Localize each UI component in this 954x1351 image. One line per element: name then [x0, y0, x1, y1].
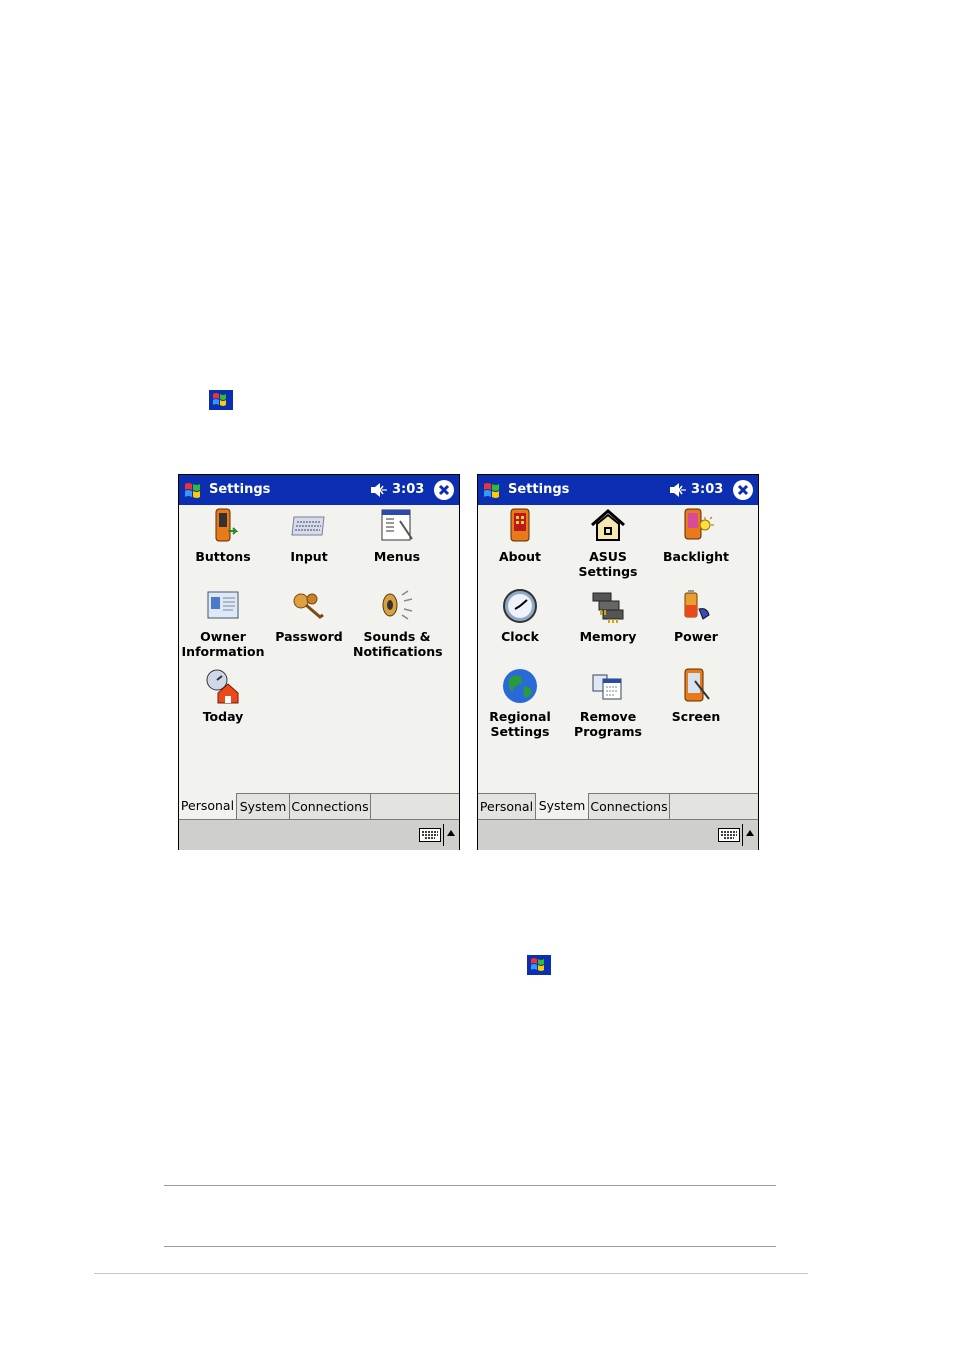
- close-icon[interactable]: [732, 479, 754, 501]
- input-setting[interactable]: Input: [265, 507, 353, 564]
- remove-programs-setting[interactable]: Remove Programs: [564, 667, 652, 739]
- windows-flag-icon: [209, 390, 233, 410]
- asus-settings-setting[interactable]: ASUS Settings: [564, 507, 652, 579]
- screen-stylus-icon: [684, 668, 710, 702]
- tab-bar: Personal System Connections: [179, 793, 459, 820]
- setting-label: Today: [202, 709, 244, 724]
- setting-label: About: [498, 549, 542, 564]
- keys-icon: [293, 593, 324, 619]
- device-icon: [510, 508, 530, 542]
- input-menu-arrow-icon[interactable]: [746, 830, 754, 836]
- input-menu-arrow-icon[interactable]: [447, 830, 455, 836]
- backlight-icon: [684, 508, 714, 540]
- memory-setting[interactable]: Memory: [564, 587, 652, 644]
- tab-personal[interactable]: Personal: [478, 794, 536, 819]
- setting-label: Memory: [579, 629, 637, 644]
- power-setting[interactable]: Power: [652, 587, 740, 644]
- setting-label: Remove Programs: [574, 709, 642, 739]
- clock-icon: [503, 589, 537, 623]
- keyboard-icon: [291, 516, 325, 536]
- tab-connections[interactable]: Connections: [589, 794, 670, 819]
- keyboard-input-icon[interactable]: [419, 828, 441, 842]
- settings-screen-system: Settings 3:03 About ASUS Settings Backli…: [477, 474, 759, 850]
- windows-flag-icon: [527, 955, 551, 975]
- setting-label: Input: [290, 549, 328, 564]
- divider: [94, 1273, 808, 1274]
- today-icon: [206, 669, 239, 704]
- today-setting[interactable]: Today: [179, 667, 267, 724]
- setting-label: Menus: [373, 549, 421, 564]
- speaker-icon: [382, 590, 413, 620]
- menu-bar: [478, 819, 758, 850]
- speaker-muted-icon[interactable]: [369, 481, 389, 499]
- setting-label: Screen: [671, 709, 721, 724]
- start-menu-icon[interactable]: [181, 478, 207, 502]
- about-setting[interactable]: About: [476, 507, 564, 564]
- window-title: Settings: [508, 482, 570, 497]
- tab-system[interactable]: System: [536, 793, 589, 820]
- screen-setting[interactable]: Screen: [652, 667, 740, 724]
- password-setting[interactable]: Password: [265, 587, 353, 644]
- window-title: Settings: [209, 482, 271, 497]
- menus-icon: [381, 509, 413, 541]
- settings-screen-personal: Settings 3:03 Buttons Input Menus Owner …: [178, 474, 460, 850]
- start-menu-icon[interactable]: [480, 478, 506, 502]
- keyboard-input-icon[interactable]: [718, 828, 740, 842]
- regional-settings-setting[interactable]: Regional Settings: [476, 667, 564, 739]
- setting-label: Backlight: [662, 549, 730, 564]
- setting-label: Sounds & Notifications: [353, 629, 443, 659]
- globe-icon: [503, 669, 537, 703]
- battery-icon: [684, 590, 710, 620]
- buttons-icon: [215, 508, 239, 542]
- menus-setting[interactable]: Menus: [353, 507, 441, 564]
- house-icon: [591, 509, 625, 541]
- clock-setting[interactable]: Clock: [476, 587, 564, 644]
- buttons-setting[interactable]: Buttons: [179, 507, 267, 564]
- divider: [164, 1246, 776, 1247]
- setting-label: Owner Information: [181, 629, 265, 659]
- tab-connections[interactable]: Connections: [290, 794, 371, 819]
- clock-time[interactable]: 3:03: [691, 482, 723, 497]
- title-bar: Settings 3:03: [478, 475, 758, 505]
- owner-card-icon: [207, 591, 239, 619]
- setting-label: Power: [674, 629, 718, 644]
- backlight-setting[interactable]: Backlight: [652, 507, 740, 564]
- tab-personal[interactable]: Personal: [179, 793, 237, 820]
- speaker-muted-icon[interactable]: [668, 481, 688, 499]
- tab-bar: Personal System Connections: [478, 793, 758, 820]
- setting-label: Buttons: [195, 549, 251, 564]
- tab-system[interactable]: System: [237, 794, 290, 819]
- title-bar: Settings 3:03: [179, 475, 459, 505]
- sounds-notifications-setting[interactable]: Sounds & Notifications: [353, 587, 443, 659]
- setting-label: ASUS Settings: [578, 549, 638, 579]
- menu-separator: [443, 824, 444, 846]
- menu-bar: [179, 819, 459, 850]
- menu-separator: [742, 824, 743, 846]
- owner-information-setting[interactable]: Owner Information: [179, 587, 267, 659]
- setting-label: Password: [275, 629, 343, 644]
- remove-programs-icon: [592, 674, 622, 700]
- close-icon[interactable]: [433, 479, 455, 501]
- setting-label: Clock: [501, 629, 539, 644]
- memory-chips-icon: [592, 592, 624, 623]
- clock-time[interactable]: 3:03: [392, 482, 424, 497]
- setting-label: Regional Settings: [489, 709, 551, 739]
- divider: [164, 1185, 776, 1186]
